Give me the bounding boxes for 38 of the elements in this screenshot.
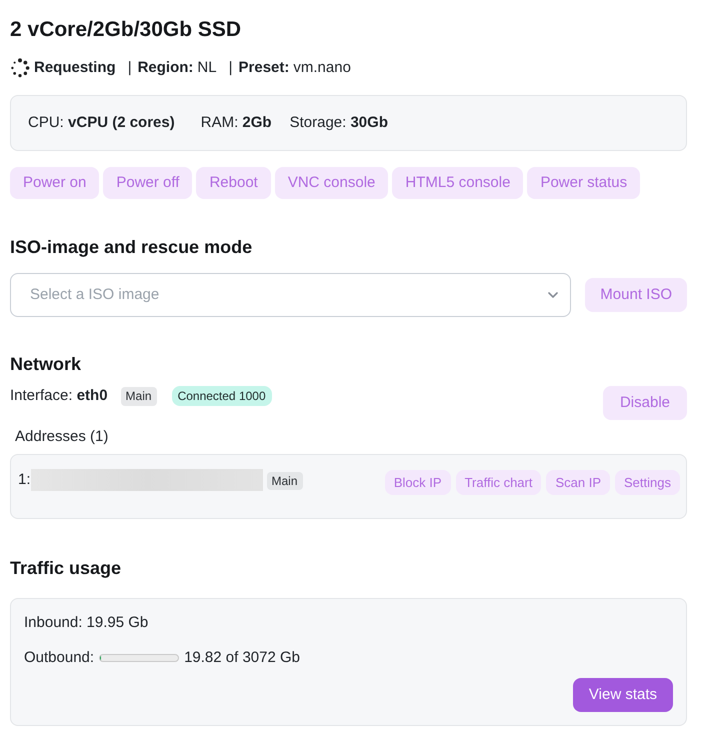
address-index: 1: xyxy=(18,470,31,490)
address-action-button[interactable]: Block IP xyxy=(384,470,451,495)
spec-text: CPU: vCPU (2 cores) xyxy=(28,112,175,133)
meta-label: Region: xyxy=(138,58,194,78)
meta-value: vm.nano xyxy=(293,58,351,78)
chevron-down-icon xyxy=(548,292,558,298)
status-badge: Connected 1000 xyxy=(172,386,272,406)
status-text: Requesting xyxy=(34,58,116,78)
address-action-button[interactable]: Scan IP xyxy=(546,470,610,495)
spec-text: RAM: 2Gb xyxy=(200,112,272,133)
action-button[interactable]: Reboot xyxy=(196,167,271,199)
section-heading: ISO-image and rescue mode xyxy=(10,236,252,258)
spec-text: Storage: 30Gb xyxy=(290,112,388,133)
status-badge: Main xyxy=(266,472,303,490)
outbound-reading: 19.82 of 3072 Gb xyxy=(184,648,300,668)
section-heading: Network xyxy=(10,353,82,375)
section-heading: Traffic usage xyxy=(10,557,122,579)
view-stats-button[interactable]: View stats xyxy=(572,678,673,712)
interface-text: Interface: eth0 xyxy=(10,386,108,406)
mount-button[interactable]: Mount ISO xyxy=(585,278,687,312)
action-button[interactable]: HTML5 console xyxy=(392,167,524,199)
meta-label: Preset: xyxy=(238,58,290,78)
action-button[interactable]: Power on xyxy=(10,167,100,199)
iso-select[interactable]: Select a ISO image xyxy=(10,273,571,317)
action-button[interactable]: Power status xyxy=(527,167,640,199)
action-button[interactable]: VNC console xyxy=(274,167,388,199)
status-badge: Main xyxy=(120,386,157,406)
separator: | xyxy=(128,58,132,78)
outbound-label: Outbound: xyxy=(24,648,94,668)
action-button[interactable]: Power off xyxy=(103,167,192,199)
address-action-button[interactable]: Traffic chart xyxy=(456,470,542,495)
disable-button[interactable]: Disable xyxy=(602,386,687,420)
separator: | xyxy=(228,58,233,78)
address-action-button[interactable]: Settings xyxy=(615,470,680,495)
page-title: 2 vCore/2Gb/30Gb SSD xyxy=(10,17,242,43)
meta-value: NL xyxy=(197,58,217,78)
inbound-text: Inbound: 19.95 Gb xyxy=(24,613,148,633)
addresses-heading: Addresses (1) xyxy=(15,428,108,446)
